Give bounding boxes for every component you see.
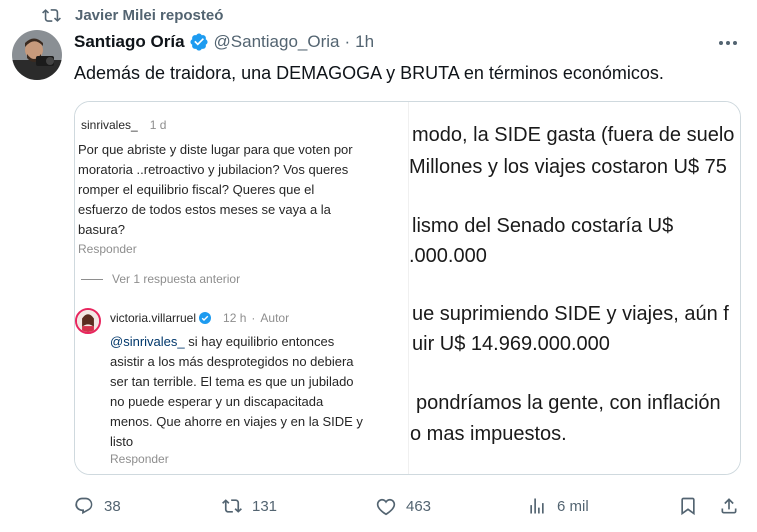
article-line: o mas impuestos. xyxy=(410,423,567,445)
author-name[interactable]: Santiago Oría xyxy=(74,32,185,52)
repost-bar: Javier Milei reposteó xyxy=(42,4,223,26)
article-line: pondríamos la gente, con inflación xyxy=(416,392,721,414)
repost-icon xyxy=(222,499,242,513)
repost-label[interactable]: Javier Milei reposteó xyxy=(75,7,223,24)
reply-icon xyxy=(75,497,93,515)
reply-link-second: Responder xyxy=(110,452,169,466)
comment-user-second: victoria.villarruel 12 h · Autor xyxy=(110,311,290,325)
view-replies-link: Ver 1 respuesta anterior xyxy=(112,272,241,286)
article-line: ue suprimiendo SIDE y viajes, aún f xyxy=(412,303,729,325)
article-line: uir U$ 14.969.000.000 xyxy=(412,333,610,355)
commenter-avatar xyxy=(75,308,101,334)
like-count: 463 xyxy=(406,497,432,515)
repost-icon xyxy=(42,8,61,22)
bookmark-icon xyxy=(681,497,695,516)
reply-button[interactable]: 38 xyxy=(74,492,121,520)
bookmark-button[interactable] xyxy=(678,492,698,520)
comment-body-first: Por que abriste y diste lugar para que v… xyxy=(78,142,353,237)
verified-badge-icon xyxy=(199,312,212,324)
timestamp[interactable]: 1h xyxy=(355,32,374,52)
analytics-icon xyxy=(530,498,544,514)
divider-line xyxy=(81,279,103,280)
comment-user-first: sinrivales_ 1 d xyxy=(81,118,167,132)
avatar[interactable] xyxy=(12,30,62,80)
share-button[interactable] xyxy=(719,492,739,520)
repost-button[interactable]: 131 xyxy=(222,492,277,520)
reply-count: 38 xyxy=(104,497,121,515)
article-line: Millones y los viajes costaron U$ 75 xyxy=(409,156,727,178)
article-line: modo, la SIDE gasta (fuera de suelo xyxy=(412,124,735,146)
tweet-header: Santiago Oría @Santiago_Oria · 1h xyxy=(74,30,374,54)
mention-link: @sinrivales_ xyxy=(110,334,185,349)
tweet-text: Además de traidora, una DEMAGOGA y BRUTA… xyxy=(74,63,664,83)
more-options-icon[interactable] xyxy=(717,34,739,52)
verified-icon xyxy=(189,33,208,51)
article-text-panel: modo, la SIDE gasta (fuera de suelo Mill… xyxy=(408,102,740,474)
author-handle[interactable]: @Santiago_Oria xyxy=(214,32,340,52)
separator-dot: · xyxy=(344,32,351,51)
view-count: 6 mil xyxy=(557,497,589,515)
heart-icon xyxy=(376,498,396,516)
reply-link-first: Responder xyxy=(78,242,137,256)
instagram-comments: sinrivales_ 1 d Por que abriste y diste l… xyxy=(75,102,408,474)
share-icon xyxy=(721,498,737,514)
repost-count: 131 xyxy=(252,497,278,515)
views-button[interactable]: 6 mil xyxy=(527,492,589,520)
comment-body-second: @sinrivales_ si hay equilibrio entonces … xyxy=(110,334,363,449)
article-line: .000.000 xyxy=(409,245,487,267)
attached-image[interactable]: sinrivales_ 1 d Por que abriste y diste l… xyxy=(74,101,741,475)
article-line: lismo del Senado costaría U$ xyxy=(412,215,674,237)
like-button[interactable]: 463 xyxy=(376,492,431,520)
action-bar: 38 131 463 6 mil xyxy=(74,492,741,520)
